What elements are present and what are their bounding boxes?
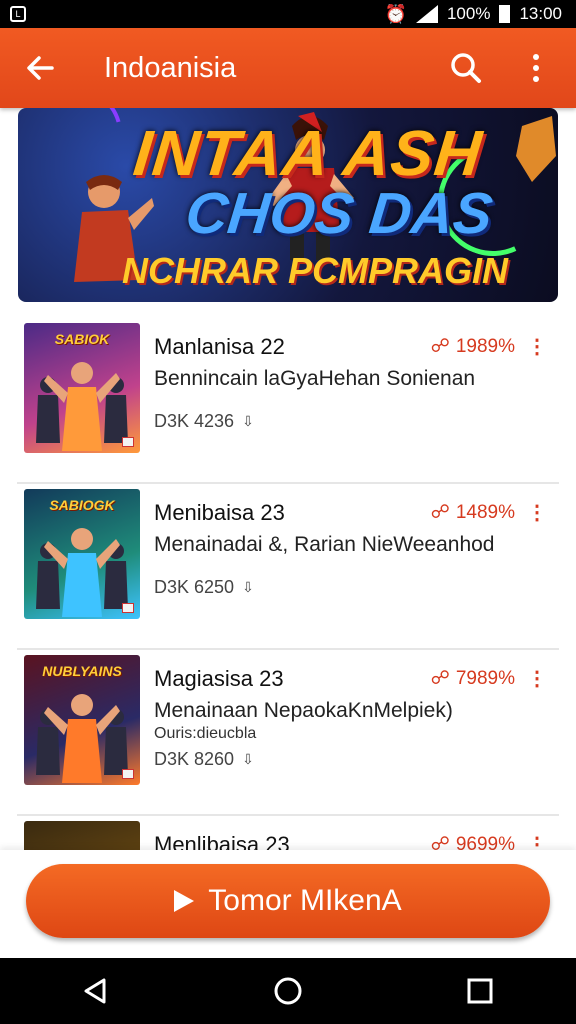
item-description: Bennincain laGyaHehan Sonienan bbox=[154, 367, 476, 390]
download-icon: ⇩ bbox=[242, 751, 254, 767]
download-icon: ⇩ bbox=[242, 579, 254, 595]
nav-recents-button[interactable] bbox=[458, 969, 502, 1013]
battery-icon bbox=[499, 5, 511, 23]
more-options-button[interactable] bbox=[514, 46, 558, 90]
list-item[interactable]: SABIOK Manlanisa 22 Bennincain laGyaHeha… bbox=[17, 318, 559, 484]
primary-cta-button[interactable]: Tomor MIkenA bbox=[26, 864, 550, 938]
item-downloads: D3K 6250 bbox=[154, 577, 235, 597]
status-bar: L ⏰ 100% 13:00 bbox=[0, 0, 576, 28]
nav-home-button[interactable] bbox=[266, 969, 310, 1013]
item-rating: 1989% bbox=[455, 335, 515, 357]
more-vertical-icon bbox=[533, 54, 539, 82]
banner-character-right bbox=[516, 116, 556, 182]
rating-icon: ☍ bbox=[430, 502, 450, 523]
app-bar: Indoanisia bbox=[0, 28, 576, 108]
thumbnail-badge-icon bbox=[122, 603, 134, 613]
search-icon bbox=[451, 53, 481, 83]
search-button[interactable] bbox=[444, 46, 488, 90]
arrow-left-icon bbox=[27, 56, 54, 80]
game-thumbnail: SABIOGK bbox=[24, 489, 140, 619]
alarm-icon: ⏰ bbox=[384, 3, 407, 24]
game-thumbnail: NUBLYAINS bbox=[24, 655, 140, 785]
thumbnail-title: SABIOK bbox=[54, 331, 110, 347]
thumbnail-badge-icon bbox=[122, 769, 134, 779]
notification-icon: L bbox=[10, 6, 26, 22]
item-description: Menainaan NepaokaKnMelpiek) bbox=[154, 699, 453, 722]
item-rating: 7989% bbox=[455, 667, 515, 689]
list-item[interactable]: NUBLYAINS Magiasisa 23 Menainaan Nepaoka… bbox=[17, 650, 559, 816]
cta-label: Tomor MIkenA bbox=[208, 884, 402, 917]
item-description: Menainadai &, Rarian NieWeeanhod bbox=[154, 533, 495, 556]
bottom-action-bar: Tomor MIkenA bbox=[0, 850, 576, 958]
signal-icon bbox=[415, 5, 438, 23]
item-downloads: D3K 8260 bbox=[154, 749, 235, 769]
clock: 13:00 bbox=[519, 4, 562, 23]
thumbnail-title: SABIOGK bbox=[49, 497, 115, 513]
nav-recents-icon bbox=[467, 978, 493, 1004]
item-subdescription: Ouris:dieucbla bbox=[154, 725, 257, 742]
item-downloads: D3K 4236 bbox=[154, 411, 235, 431]
game-thumbnail: SABIOK bbox=[24, 323, 140, 453]
rating-icon: ☍ bbox=[430, 336, 450, 357]
nav-back-button[interactable] bbox=[74, 969, 118, 1013]
back-button[interactable] bbox=[18, 46, 62, 90]
rating-icon: ☍ bbox=[430, 668, 450, 689]
item-more-icon[interactable]: ⋮ bbox=[527, 666, 547, 691]
list-item[interactable]: SABIOGK Menibaisa 23 Menainadai &, Raria… bbox=[17, 484, 559, 650]
download-icon: ⇩ bbox=[242, 413, 254, 429]
nav-home-icon bbox=[274, 977, 302, 1005]
item-more-icon[interactable]: ⋮ bbox=[527, 334, 547, 359]
page-title: Indoanisia bbox=[104, 51, 237, 84]
item-more-icon[interactable]: ⋮ bbox=[527, 500, 547, 525]
battery-percentage: 100% bbox=[446, 4, 491, 23]
banner-subtitle: NCHRAR PCMPRAGIN bbox=[122, 250, 508, 291]
play-icon bbox=[174, 890, 195, 912]
system-nav-bar bbox=[0, 958, 576, 1024]
banner-title-line2: CHOS DAS bbox=[182, 181, 496, 246]
item-rating: 1489% bbox=[455, 501, 515, 523]
banner-title-line1: INTAA ASH bbox=[130, 117, 486, 189]
promo-banner[interactable]: INTAA ASH CHOS DAS NCHRAR PCMPRAGIN bbox=[18, 108, 558, 302]
thumbnail-badge-icon bbox=[122, 437, 134, 447]
thumbnail-title: NUBLYAINS bbox=[42, 663, 122, 679]
nav-back-icon bbox=[84, 978, 106, 1004]
